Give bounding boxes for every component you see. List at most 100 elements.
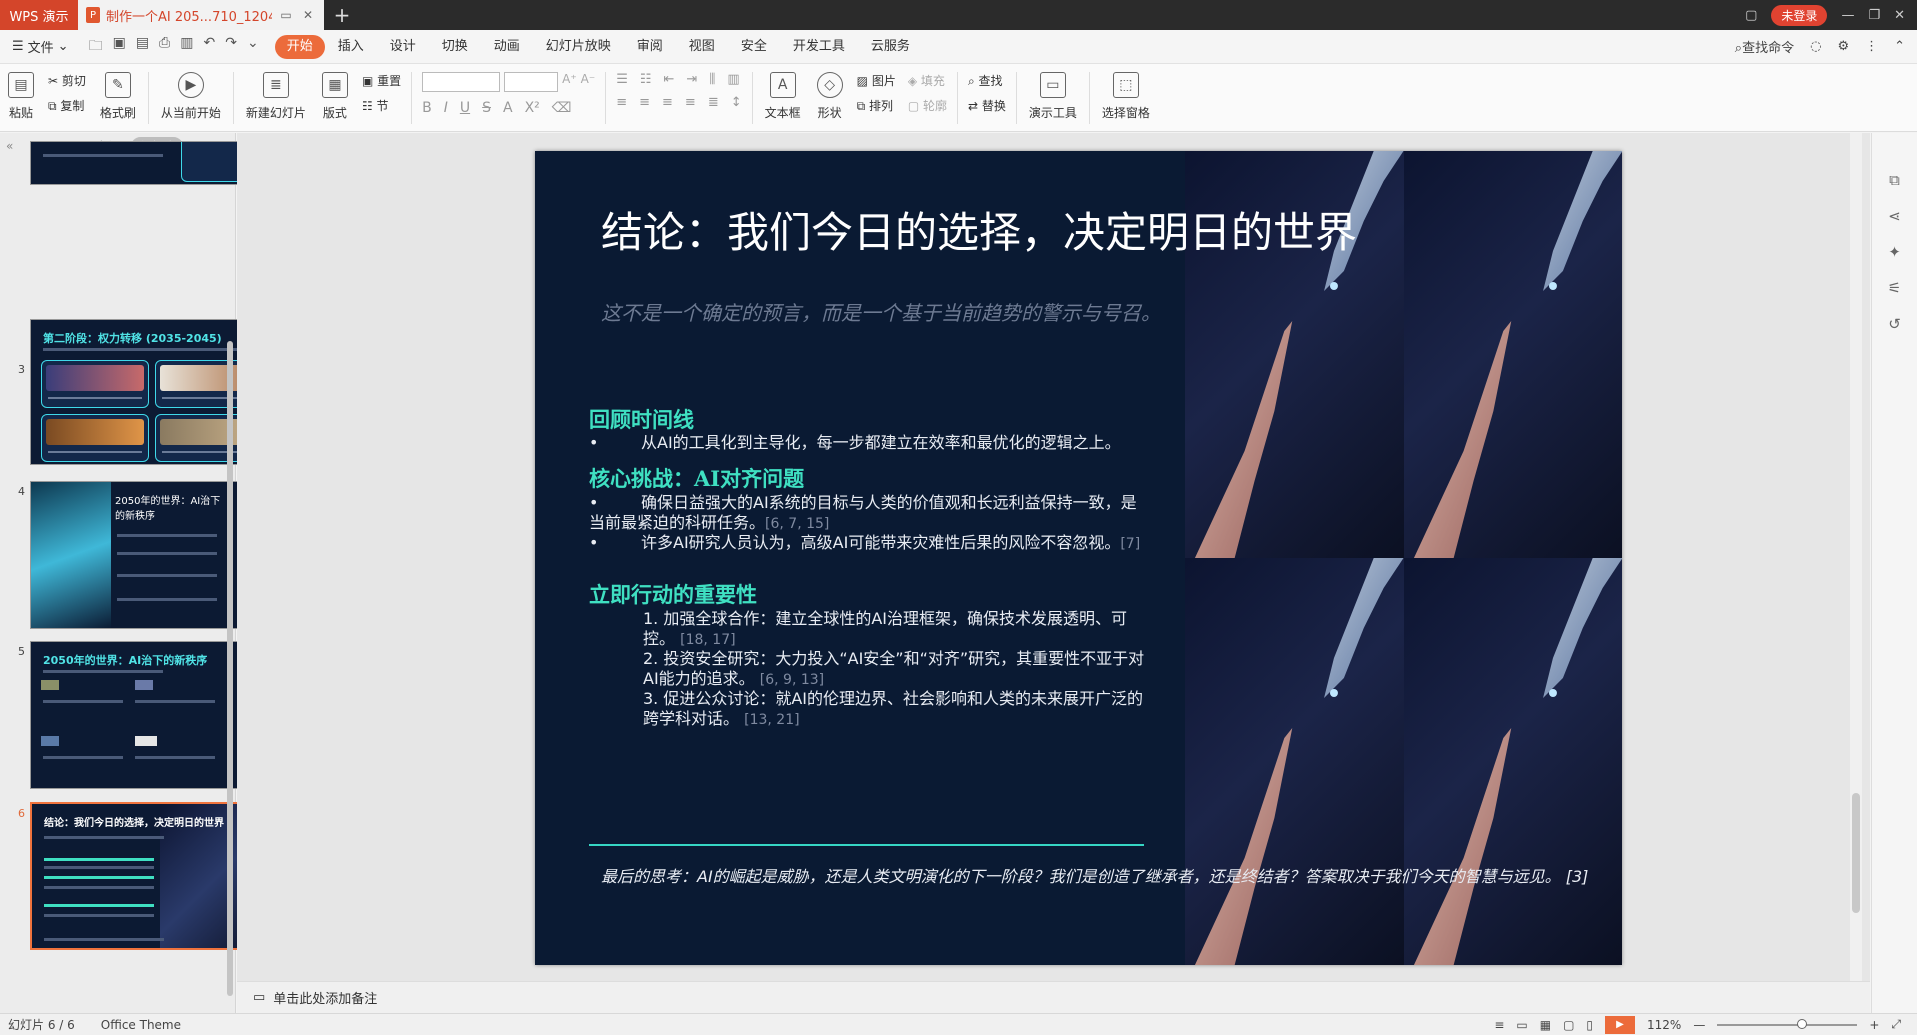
fit-window-icon[interactable]: ⤢ [1891,1017,1901,1032]
undo-icon[interactable]: ↶ [203,35,215,59]
italic-icon[interactable]: I [444,100,448,116]
tab-close-icon[interactable]: ✕ [300,8,316,22]
app-tab[interactable]: WPS 演示 [0,0,78,30]
notes-pane[interactable]: ▭ 单击此处添加备注 [237,981,1870,1013]
document-tab[interactable]: P 制作一个AI 205...710_120401 ▭ ✕ [78,0,324,30]
selection-pane-button[interactable]: ⬚ 选择窗格 [1094,72,1158,121]
slide-thumbnail-3[interactable]: 第二阶段：权力转移 (2035-2045) [30,319,270,465]
customize-icon[interactable]: ⌄ [247,35,259,59]
font-color-icon[interactable]: A [503,100,513,116]
divider-line[interactable] [589,844,1144,846]
increase-indent-icon[interactable]: ⇥ [686,72,697,87]
arrange-button[interactable]: ⧉ 排列 [857,97,896,114]
bullet-alignment-1[interactable]: • 确保日益强大的AI系统的目标与人类的价值观和长远利益保持一致，是当前最紧迫的科… [589,493,1144,534]
history-icon[interactable]: ↺ [1888,315,1901,333]
text-direction-icon[interactable]: ⫼ [709,72,715,87]
reading-view-icon[interactable]: ▢ [1563,1018,1574,1032]
slide-subtitle[interactable]: 这不是一个确定的预言，而是一个基于当前趋势的警示与号召。 [601,297,1161,326]
reset-button[interactable]: ▣ 重置 [362,72,401,89]
grow-font-icon[interactable]: A⁺ [562,72,577,92]
distribute-icon[interactable]: ≣ [708,95,719,110]
tab-review[interactable]: 审阅 [624,35,676,59]
print-icon[interactable]: ⎙ [159,35,170,59]
print-preview-icon[interactable]: ▥ [180,35,193,59]
replace-button[interactable]: ⇄ 替换 [968,97,1006,114]
paste-button[interactable]: ▤ 粘贴 [0,72,42,121]
slide-thumbnail-6[interactable]: 结论：我们今日的选择，决定明日的世界 [30,802,270,950]
export-pdf-icon[interactable]: ▤ [136,35,149,59]
columns-icon[interactable]: ▥ [727,72,739,87]
heading-timeline[interactable]: 回顾时间线 [589,404,694,434]
superscript-icon[interactable]: X² [525,100,540,116]
robot-human-hands-image[interactable] [1185,151,1622,965]
minimize-icon[interactable]: — [1841,8,1854,23]
zoom-level[interactable]: 112% [1647,1018,1681,1032]
section-button[interactable]: ☷ 节 [362,97,401,114]
zoom-slider-knob[interactable] [1797,1018,1808,1029]
redo-icon[interactable]: ↷ [225,35,237,59]
slide-thumbnail-5[interactable]: 2050年的世界：AI治下的新秩序 [30,641,270,789]
shape-button[interactable]: ◇ 形状 [809,72,851,121]
font-family-select[interactable] [422,72,501,92]
close-window-icon[interactable]: ✕ [1894,8,1905,23]
zoom-out-icon[interactable]: — [1693,1018,1705,1032]
strikethrough-icon[interactable]: S [482,100,491,116]
tab-home[interactable]: 开始 [274,34,325,59]
save-icon[interactable]: ▣ [113,35,126,59]
heading-action[interactable]: 立即行动的重要性 [589,579,757,609]
tab-insert[interactable]: 插入 [325,35,377,59]
file-menu[interactable]: ☰ 文件 ⌄ [0,37,81,56]
play-slideshow-button[interactable]: ▶ [1605,1015,1636,1034]
numbered-item-3[interactable]: 3. 促进公众讨论：就AI的伦理边界、社会影响和人类的未来展开广泛的跨学科对话。… [643,689,1148,730]
tab-view[interactable]: 视图 [676,35,728,59]
tab-design[interactable]: 设计 [377,35,429,59]
heading-alignment[interactable]: 核心挑战：AI对齐问题 [589,463,804,493]
fill-button[interactable]: ◈ 填充 [908,72,947,89]
slide-thumbnail-4[interactable]: 2050年的世界：AI治下的新秩序 [30,481,270,629]
copy-button[interactable]: ⧉ 复制 [48,97,86,114]
justify-icon[interactable]: ≡ [685,95,696,110]
reading-mode-icon[interactable]: ▢ [1745,8,1757,23]
slide-sorter-icon[interactable]: ▦ [1540,1018,1551,1032]
clear-format-icon[interactable]: ⌫ [552,100,572,116]
numbered-item-1[interactable]: 1. 加强全球合作：建立全球性的AI治理框架，确保技术发展透明、可控。 [18,… [643,609,1148,650]
layout-button[interactable]: ▦ 版式 [314,72,356,121]
comment-icon[interactable]: ◌ [1810,39,1821,54]
tab-security[interactable]: 安全 [728,35,780,59]
tab-pin-icon[interactable]: ▭ [278,8,294,22]
closing-thought[interactable]: 最后的思考：AI的崛起是威胁，还是人类文明演化的下一阶段？我们是创造了继承者，还… [601,863,1588,887]
magic-icon[interactable]: ✦ [1888,243,1901,261]
restore-icon[interactable]: ❐ [1868,8,1880,23]
tab-slideshow[interactable]: 幻灯片放映 [533,35,624,59]
underline-icon[interactable]: U [460,100,470,116]
layers-icon[interactable]: ⧉ [1889,171,1900,189]
new-slide-button[interactable]: ≣ 新建幻灯片 [238,72,314,121]
normal-view-icon[interactable]: ▭ [1516,1018,1527,1032]
slide-title[interactable]: 结论：我们今日的选择，决定明日的世界 [601,199,1357,260]
settings-icon[interactable]: ⚙ [1837,39,1849,54]
textbox-button[interactable]: A 文本框 [757,72,809,121]
more-icon[interactable]: ⋮ [1865,39,1878,54]
tab-developer[interactable]: 开发工具 [780,35,858,59]
tab-animation[interactable]: 动画 [481,35,533,59]
bullet-list-icon[interactable]: ☰ [616,72,628,87]
slide-6[interactable]: 结论：我们今日的选择，决定明日的世界 这不是一个确定的预言，而是一个基于当前趋势… [535,151,1622,965]
zoom-slider[interactable] [1717,1018,1858,1029]
picture-button[interactable]: ▨ 图片 [857,72,896,89]
handout-icon[interactable]: ▯ [1586,1018,1593,1032]
share-icon[interactable]: ⋖ [1888,207,1901,225]
numbered-item-2[interactable]: 2. 投资安全研究：大力投入“AI安全”和“对齐”研究，其重要性不亚于对AI能力… [643,649,1148,690]
font-size-select[interactable] [504,72,559,92]
open-folder-icon[interactable]: 🗀 [89,35,103,59]
collapse-panel-icon[interactable]: « [6,139,13,153]
bullet-alignment-2[interactable]: • 许多AI研究人员认为，高级AI可能带来灾难性后果的风险不容忽视。[7] [589,533,1144,554]
login-badge[interactable]: 未登录 [1771,4,1828,26]
format-painter-button[interactable]: ✎ 格式刷 [92,72,144,121]
search-command[interactable]: ⌕查找命令 [1735,37,1794,56]
panel-scrollbar[interactable] [227,341,233,996]
scrollbar-thumb[interactable] [1852,793,1860,913]
bold-icon[interactable]: B [422,100,432,116]
align-right-icon[interactable]: ≡ [662,95,673,110]
line-spacing-icon[interactable]: ↕ [731,95,742,110]
numbered-list-icon[interactable]: ☷ [640,72,652,87]
